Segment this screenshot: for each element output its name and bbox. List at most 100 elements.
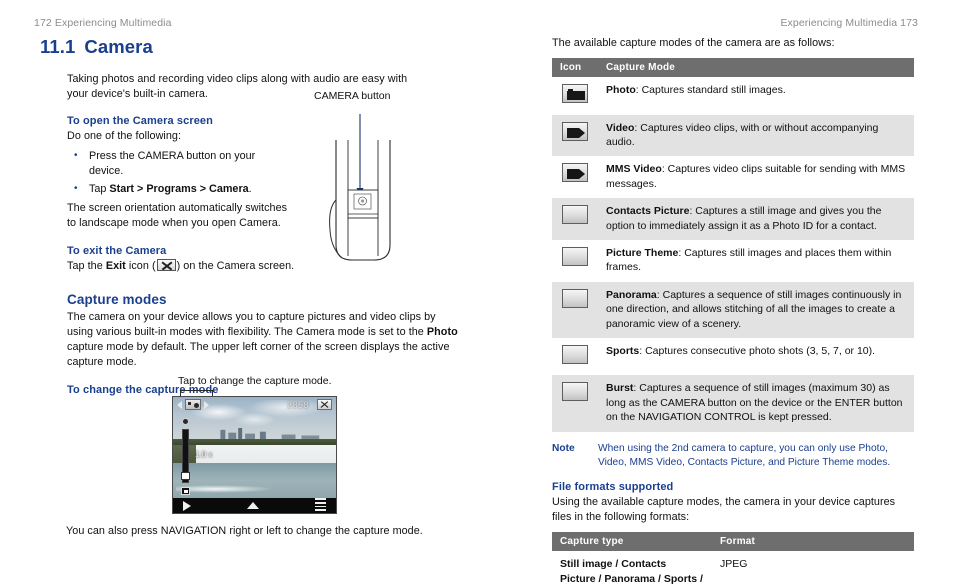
mode-name: Video — [606, 121, 635, 134]
zoom-level-label: 1.0 x — [195, 450, 213, 459]
capture-modes-intro: The available capture modes of the camer… — [552, 37, 835, 49]
capture-para-bold: Photo — [426, 326, 458, 339]
exit-mid: icon ( — [125, 259, 156, 272]
mms-video-icon — [562, 163, 588, 183]
table-row: Sports: Captures consecutive photo shots… — [552, 338, 914, 375]
leader-line-top — [180, 390, 212, 391]
mode-description: : Captures consecutive photo shots (3, 5… — [639, 345, 876, 358]
picture-theme-icon — [562, 247, 588, 267]
contacts-picture-icon — [562, 205, 588, 225]
table-row: Video: Captures video clips, with or wit… — [552, 114, 914, 157]
phone-illustration: CAMERA button — [300, 90, 418, 270]
exit-camera-text: Tap the Exit icon () on the Camera scree… — [67, 258, 299, 274]
sports-icon — [562, 345, 588, 365]
page-title: 11.1 Camera — [40, 36, 464, 58]
mode-description-cell: Photo: Captures standard still images. — [598, 77, 914, 114]
mode-icon-cell — [552, 240, 598, 282]
capture-modes-table: Icon Capture Mode Photo: Captures standa… — [552, 58, 914, 432]
mode-name: Sports — [606, 345, 640, 358]
exit-icon — [156, 258, 176, 271]
camera-top-toolbar: 2858 — [173, 397, 336, 412]
table-row: Panorama: Captures a sequence of still i… — [552, 281, 914, 339]
column-header-format: Format — [712, 532, 914, 552]
mode-name: Panorama — [606, 288, 657, 301]
column-header-capture-mode: Capture Mode — [598, 58, 914, 78]
camera-bottom-toolbar — [173, 498, 336, 513]
chevron-up-icon[interactable] — [247, 502, 259, 509]
table-row: MMS Video: Captures video clips suitable… — [552, 156, 914, 198]
mockup-foam — [176, 485, 275, 494]
camera-screen-mockup: 2858 1.0 x — [172, 396, 337, 514]
close-icon[interactable] — [317, 399, 332, 410]
capture-modes-paragraph: The camera on your device allows you to … — [67, 310, 464, 371]
play-icon[interactable] — [183, 500, 191, 511]
right-column: The available capture modes of the camer… — [552, 36, 914, 587]
mode-description-cell: Burst: Captures a sequence of still imag… — [598, 375, 914, 432]
running-head-left: 172 Experiencing Multimedia — [34, 17, 172, 29]
chapter-title: Camera — [84, 36, 153, 57]
panorama-icon — [562, 288, 588, 308]
camera-button-callout-label: CAMERA button — [314, 90, 391, 102]
file-formats-intro: Using the available capture modes, the c… — [552, 495, 896, 523]
exit-prefix: Tap the — [67, 259, 106, 272]
note-text: When using the 2nd camera to capture, yo… — [598, 442, 891, 468]
mode-description: : Captures a sequence of still images (m… — [606, 382, 903, 424]
mode-description-cell: MMS Video: Captures video clips suitable… — [598, 156, 914, 198]
mode-description-cell: Panorama: Captures a sequence of still i… — [598, 281, 914, 339]
manual-page: 172 Experiencing Multimedia Experiencing… — [0, 0, 954, 587]
menu-icon[interactable] — [315, 498, 326, 512]
camera-mockup-caption: Tap to change the capture mode. — [178, 375, 332, 387]
mode-name: Picture Theme — [606, 247, 679, 260]
capture-para-a: The camera on your device allows you to … — [67, 310, 436, 339]
mode-icon-cell — [552, 198, 598, 241]
file-formats-table: Capture type Format Still image / Contac… — [552, 532, 914, 587]
note-block: Note When using the 2nd camera to captur… — [552, 442, 914, 470]
photo-icon — [562, 84, 588, 104]
mode-description: : Captures standard still images. — [635, 84, 786, 97]
table-row: Photo: Captures standard still images. — [552, 77, 914, 114]
mode-description: : Captures video clips, with or without … — [606, 121, 879, 149]
right-page-number: 173 — [900, 17, 918, 29]
list-item: Tap Start > Programs > Camera. — [67, 181, 297, 197]
heading-file-formats: File formats supported — [552, 480, 674, 493]
mode-description-cell: Sports: Captures consecutive photo shots… — [598, 338, 914, 375]
left-page-number: 172 — [34, 17, 52, 29]
step-2-prefix: Tap — [89, 183, 110, 196]
mode-icon-cell — [552, 156, 598, 198]
photo-mode-icon[interactable] — [185, 399, 201, 410]
mode-description-cell: Picture Theme: Captures still images and… — [598, 240, 914, 282]
landscape-note: The screen orientation automatically swi… — [67, 202, 288, 230]
column-header-capture-type: Capture type — [552, 532, 712, 552]
mode-name: Contacts Picture — [606, 205, 690, 218]
table-row: Still image / Contacts Picture / Panoram… — [552, 551, 914, 587]
video-icon — [562, 121, 588, 141]
table-row: Picture Theme: Captures still images and… — [552, 240, 914, 282]
column-header-icon: Icon — [552, 58, 598, 78]
heading-capture-modes: Capture modes — [67, 291, 167, 307]
zoom-slider-handle[interactable] — [181, 472, 190, 480]
mode-name: Photo — [606, 84, 636, 97]
chevron-right-icon[interactable] — [204, 400, 209, 409]
chevron-left-icon[interactable] — [177, 400, 182, 409]
mode-icon-cell — [552, 375, 598, 432]
format-cell: JPEG — [720, 558, 748, 571]
step-1-text: Press the CAMERA button on your device. — [89, 149, 256, 177]
phone-side-view-diagram — [329, 114, 391, 261]
chapter-number: 11.1 — [40, 36, 76, 57]
mode-icon-cell — [552, 77, 598, 114]
running-head-right: Experiencing Multimedia 173 — [780, 17, 918, 29]
table-row: Burst: Captures a sequence of still imag… — [552, 375, 914, 432]
exit-suffix: ) on the Camera screen. — [176, 259, 295, 272]
capture-type-cell: Still image / Contacts Picture / Panoram… — [560, 558, 703, 587]
list-item: Press the CAMERA button on your device. — [67, 148, 277, 179]
left-running-title: Experiencing Multimedia — [54, 17, 172, 29]
zoom-reset-icon[interactable] — [181, 487, 190, 495]
mode-description-cell: Video: Captures video clips, with or wit… — [598, 114, 914, 157]
table-row: Contacts Picture: Captures a still image… — [552, 198, 914, 241]
mode-icon-cell — [552, 281, 598, 339]
mode-description-cell: Contacts Picture: Captures a still image… — [598, 198, 914, 241]
step-2-suffix: . — [248, 183, 252, 196]
mode-icon-cell — [552, 338, 598, 375]
burst-icon — [562, 382, 588, 402]
mode-name: MMS Video — [606, 163, 662, 176]
